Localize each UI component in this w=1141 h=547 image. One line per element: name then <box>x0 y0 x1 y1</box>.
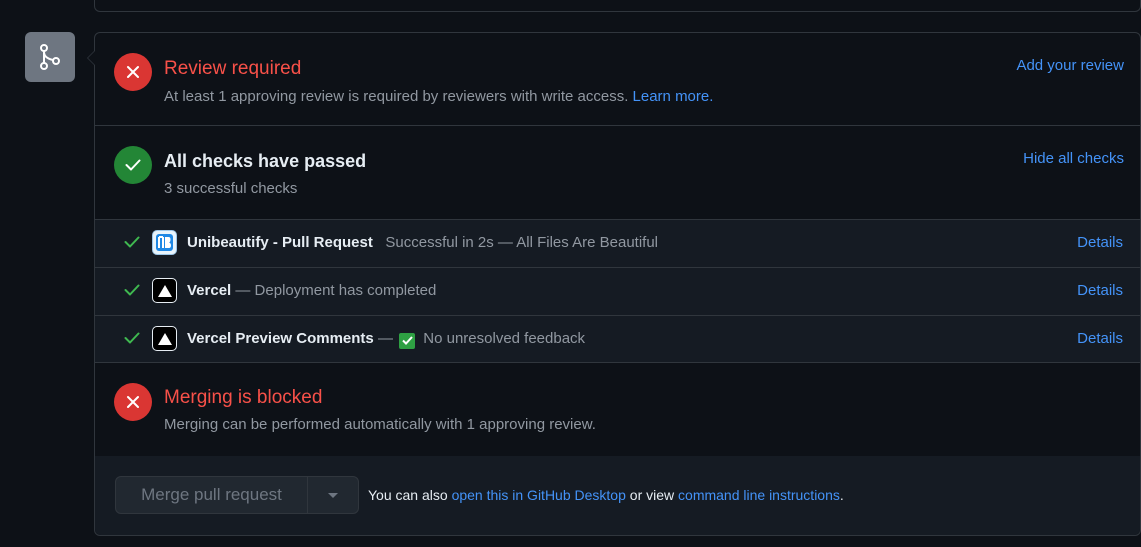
x-circle-icon <box>114 383 152 421</box>
check-row: Vercel — Deployment has completed Detail… <box>95 268 1140 316</box>
merge-box: Review required At least 1 approving rev… <box>87 32 1141 536</box>
review-required-section: Review required At least 1 approving rev… <box>95 33 1140 126</box>
merge-pull-request-button[interactable]: Merge pull request <box>116 477 308 513</box>
check-row-text: Vercel Preview Comments — No unresolved … <box>187 330 585 349</box>
add-your-review-link[interactable]: Add your review <box>1016 57 1124 74</box>
footer-text-3: . <box>839 487 844 503</box>
details-link[interactable]: Details <box>1077 234 1123 251</box>
check-description: Successful in 2s — All Files Are Beautif… <box>385 234 658 251</box>
review-required-text: At least 1 approving review is required … <box>164 88 629 105</box>
command-line-instructions-link[interactable]: command line instructions <box>678 487 840 503</box>
merge-button-group: Merge pull request <box>115 476 359 514</box>
checks-list: Unibeautify - Pull Request Successful in… <box>95 219 1140 363</box>
learn-more-link[interactable]: Learn more. <box>633 88 714 105</box>
check-description-prefix: — <box>377 330 393 347</box>
check-description: — Deployment has completed <box>235 282 437 299</box>
check-row-text: Unibeautify - Pull Request Successful in… <box>187 234 658 251</box>
check-name: Vercel <box>187 282 232 299</box>
review-required-subtitle: At least 1 approving review is required … <box>164 88 713 105</box>
checks-section: All checks have passed 3 successful chec… <box>95 126 1140 218</box>
review-required-title: Review required <box>164 58 302 79</box>
merging-blocked-subtitle: Merging can be performed automatically w… <box>164 416 596 433</box>
check-icon <box>124 283 140 300</box>
hide-all-checks-link[interactable]: Hide all checks <box>1023 150 1124 167</box>
x-circle-icon <box>114 53 152 91</box>
checks-subtitle: 3 successful checks <box>164 180 298 197</box>
vercel-icon <box>152 326 177 351</box>
details-link[interactable]: Details <box>1077 282 1123 299</box>
open-github-desktop-link[interactable]: open this in GitHub Desktop <box>452 487 626 503</box>
check-icon <box>124 235 140 252</box>
check-circle-icon <box>114 146 152 184</box>
merge-footer: Merge pull request You can also open thi… <box>95 456 1140 535</box>
footer-text: You can also open this in GitHub Desktop… <box>368 487 844 503</box>
check-description: No unresolved feedback <box>423 330 586 347</box>
check-row: Vercel Preview Comments — No unresolved … <box>95 316 1140 363</box>
green-checkbox-icon <box>399 332 416 349</box>
merge-options-dropdown[interactable] <box>308 477 358 513</box>
footer-text-1: You can also <box>368 487 448 503</box>
check-row: Unibeautify - Pull Request Successful in… <box>95 220 1140 268</box>
unibeautify-icon <box>152 230 177 255</box>
footer-text-2: or view <box>629 487 675 503</box>
merging-blocked-title: Merging is blocked <box>164 387 323 408</box>
checks-title: All checks have passed <box>164 151 367 171</box>
merging-blocked-section: Merging is blocked Merging can be perfor… <box>95 362 1140 457</box>
previous-timeline-card <box>94 0 1141 12</box>
panel-pointer <box>87 50 95 66</box>
check-row-text: Vercel — Deployment has completed <box>187 282 436 299</box>
vercel-icon <box>152 278 177 303</box>
triangle-down-icon <box>328 486 338 504</box>
git-merge-icon <box>25 32 75 82</box>
details-link[interactable]: Details <box>1077 330 1123 347</box>
check-name: Vercel Preview Comments <box>187 330 374 347</box>
check-name: Unibeautify - Pull Request <box>187 234 373 251</box>
check-icon <box>124 331 140 348</box>
